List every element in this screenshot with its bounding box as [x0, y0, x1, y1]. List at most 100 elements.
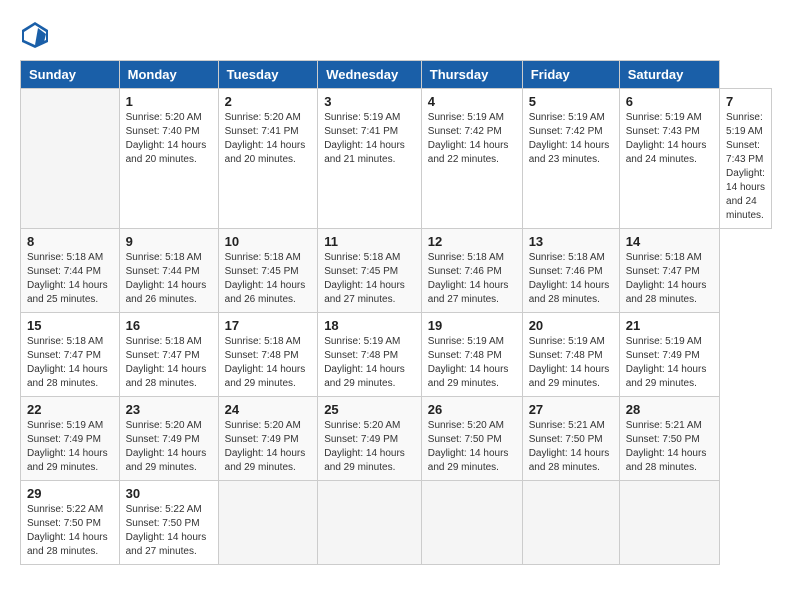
day-number: 17 — [225, 318, 312, 333]
day-number: 10 — [225, 234, 312, 249]
day-number: 29 — [27, 486, 113, 501]
day-detail: Sunrise: 5:20 AM Sunset: 7:40 PM Dayligh… — [126, 111, 212, 167]
day-number: 1 — [126, 94, 212, 109]
calendar-cell: 9 Sunrise: 5:18 AM Sunset: 7:44 PM Daylig… — [119, 229, 218, 313]
day-number: 13 — [529, 234, 613, 249]
calendar-cell — [619, 481, 719, 565]
day-detail: Sunrise: 5:22 AM Sunset: 7:50 PM Dayligh… — [126, 503, 212, 559]
calendar-week-row: 15 Sunrise: 5:18 AM Sunset: 7:47 PM Dayli… — [21, 313, 772, 397]
calendar-cell: 16 Sunrise: 5:18 AM Sunset: 7:47 PM Dayli… — [119, 313, 218, 397]
calendar-cell: 17 Sunrise: 5:18 AM Sunset: 7:48 PM Dayli… — [218, 313, 318, 397]
calendar-header-monday: Monday — [119, 61, 218, 89]
calendar-cell: 23 Sunrise: 5:20 AM Sunset: 7:49 PM Dayli… — [119, 397, 218, 481]
calendar-header-saturday: Saturday — [619, 61, 719, 89]
calendar-cell: 15 Sunrise: 5:18 AM Sunset: 7:47 PM Dayli… — [21, 313, 120, 397]
calendar-cell — [421, 481, 522, 565]
day-detail: Sunrise: 5:19 AM Sunset: 7:48 PM Dayligh… — [428, 335, 516, 391]
calendar-cell: 30 Sunrise: 5:22 AM Sunset: 7:50 PM Dayli… — [119, 481, 218, 565]
calendar-header-thursday: Thursday — [421, 61, 522, 89]
day-detail: Sunrise: 5:18 AM Sunset: 7:46 PM Dayligh… — [529, 251, 613, 307]
day-detail: Sunrise: 5:20 AM Sunset: 7:49 PM Dayligh… — [225, 419, 312, 475]
calendar-cell: 22 Sunrise: 5:19 AM Sunset: 7:49 PM Dayli… — [21, 397, 120, 481]
calendar-cell: 18 Sunrise: 5:19 AM Sunset: 7:48 PM Dayli… — [318, 313, 422, 397]
day-detail: Sunrise: 5:18 AM Sunset: 7:47 PM Dayligh… — [126, 335, 212, 391]
day-number: 12 — [428, 234, 516, 249]
day-detail: Sunrise: 5:21 AM Sunset: 7:50 PM Dayligh… — [626, 419, 713, 475]
day-number: 22 — [27, 402, 113, 417]
calendar-cell — [318, 481, 422, 565]
day-detail: Sunrise: 5:18 AM Sunset: 7:44 PM Dayligh… — [126, 251, 212, 307]
day-detail: Sunrise: 5:18 AM Sunset: 7:45 PM Dayligh… — [225, 251, 312, 307]
day-number: 14 — [626, 234, 713, 249]
day-detail: Sunrise: 5:19 AM Sunset: 7:49 PM Dayligh… — [27, 419, 113, 475]
day-detail: Sunrise: 5:18 AM Sunset: 7:46 PM Dayligh… — [428, 251, 516, 307]
day-detail: Sunrise: 5:20 AM Sunset: 7:41 PM Dayligh… — [225, 111, 312, 167]
calendar-cell: 2Sunrise: 5:20 AM Sunset: 7:41 PM Daylig… — [218, 89, 318, 229]
day-number: 11 — [324, 234, 415, 249]
calendar-cell: 11 Sunrise: 5:18 AM Sunset: 7:45 PM Dayli… — [318, 229, 422, 313]
calendar-cell: 4Sunrise: 5:19 AM Sunset: 7:42 PM Daylig… — [421, 89, 522, 229]
day-number: 25 — [324, 402, 415, 417]
calendar-cell: 26Sunrise: 5:20 AM Sunset: 7:50 PM Dayli… — [421, 397, 522, 481]
calendar-cell: 28 Sunrise: 5:21 AM Sunset: 7:50 PM Dayli… — [619, 397, 719, 481]
calendar-cell: 27Sunrise: 5:21 AM Sunset: 7:50 PM Dayli… — [522, 397, 619, 481]
calendar-cell: 14 Sunrise: 5:18 AM Sunset: 7:47 PM Dayli… — [619, 229, 719, 313]
calendar-header-row: SundayMondayTuesdayWednesdayThursdayFrid… — [21, 61, 772, 89]
day-detail: Sunrise: 5:18 AM Sunset: 7:47 PM Dayligh… — [626, 251, 713, 307]
day-detail: Sunrise: 5:20 AM Sunset: 7:50 PM Dayligh… — [428, 419, 516, 475]
calendar-header-sunday: Sunday — [21, 61, 120, 89]
day-number: 3 — [324, 94, 415, 109]
day-number: 23 — [126, 402, 212, 417]
calendar-week-row: 1 Sunrise: 5:20 AM Sunset: 7:40 PM Daylig… — [21, 89, 772, 229]
day-number: 19 — [428, 318, 516, 333]
day-number: 24 — [225, 402, 312, 417]
page-header — [20, 20, 772, 50]
calendar-week-row: 29 Sunrise: 5:22 AM Sunset: 7:50 PM Dayli… — [21, 481, 772, 565]
day-number: 4 — [428, 94, 516, 109]
calendar-cell: 19 Sunrise: 5:19 AM Sunset: 7:48 PM Dayli… — [421, 313, 522, 397]
calendar-header-wednesday: Wednesday — [318, 61, 422, 89]
day-detail: Sunrise: 5:19 AM Sunset: 7:41 PM Dayligh… — [324, 111, 415, 167]
day-detail: Sunrise: 5:20 AM Sunset: 7:49 PM Dayligh… — [126, 419, 212, 475]
calendar-cell: 3 Sunrise: 5:19 AM Sunset: 7:41 PM Daylig… — [318, 89, 422, 229]
calendar-cell: 1 Sunrise: 5:20 AM Sunset: 7:40 PM Daylig… — [119, 89, 218, 229]
day-detail: Sunrise: 5:19 AM Sunset: 7:49 PM Dayligh… — [626, 335, 713, 391]
day-detail: Sunrise: 5:18 AM Sunset: 7:48 PM Dayligh… — [225, 335, 312, 391]
calendar-cell-empty — [21, 89, 120, 229]
day-detail: Sunrise: 5:19 AM Sunset: 7:42 PM Dayligh… — [529, 111, 613, 167]
logo — [20, 20, 54, 50]
calendar-cell — [522, 481, 619, 565]
day-detail: Sunrise: 5:19 AM Sunset: 7:48 PM Dayligh… — [324, 335, 415, 391]
day-detail: Sunrise: 5:18 AM Sunset: 7:44 PM Dayligh… — [27, 251, 113, 307]
calendar-cell: 10 Sunrise: 5:18 AM Sunset: 7:45 PM Dayli… — [218, 229, 318, 313]
day-number: 9 — [126, 234, 212, 249]
calendar-cell: 20 Sunrise: 5:19 AM Sunset: 7:48 PM Dayli… — [522, 313, 619, 397]
day-number: 8 — [27, 234, 113, 249]
calendar-cell: 21 Sunrise: 5:19 AM Sunset: 7:49 PM Dayli… — [619, 313, 719, 397]
day-detail: Sunrise: 5:18 AM Sunset: 7:45 PM Dayligh… — [324, 251, 415, 307]
calendar-cell: 24 Sunrise: 5:20 AM Sunset: 7:49 PM Dayli… — [218, 397, 318, 481]
day-number: 5 — [529, 94, 613, 109]
day-detail: Sunrise: 5:19 AM Sunset: 7:48 PM Dayligh… — [529, 335, 613, 391]
calendar-cell: 29 Sunrise: 5:22 AM Sunset: 7:50 PM Dayli… — [21, 481, 120, 565]
day-detail: Sunrise: 5:20 AM Sunset: 7:49 PM Dayligh… — [324, 419, 415, 475]
day-detail: Sunrise: 5:19 AM Sunset: 7:43 PM Dayligh… — [726, 111, 765, 223]
calendar-cell: 5 Sunrise: 5:19 AM Sunset: 7:42 PM Daylig… — [522, 89, 619, 229]
calendar-cell: 6Sunrise: 5:19 AM Sunset: 7:43 PM Daylig… — [619, 89, 719, 229]
day-number: 20 — [529, 318, 613, 333]
day-number: 21 — [626, 318, 713, 333]
calendar-week-row: 8 Sunrise: 5:18 AM Sunset: 7:44 PM Daylig… — [21, 229, 772, 313]
day-number: 27 — [529, 402, 613, 417]
calendar-cell: 12 Sunrise: 5:18 AM Sunset: 7:46 PM Dayli… — [421, 229, 522, 313]
day-number: 16 — [126, 318, 212, 333]
calendar-cell: 7Sunrise: 5:19 AM Sunset: 7:43 PM Daylig… — [720, 89, 772, 229]
calendar-header-tuesday: Tuesday — [218, 61, 318, 89]
calendar-cell: 25 Sunrise: 5:20 AM Sunset: 7:49 PM Dayli… — [318, 397, 422, 481]
day-detail: Sunrise: 5:22 AM Sunset: 7:50 PM Dayligh… — [27, 503, 113, 559]
day-number: 30 — [126, 486, 212, 501]
calendar-cell: 8 Sunrise: 5:18 AM Sunset: 7:44 PM Daylig… — [21, 229, 120, 313]
day-number: 28 — [626, 402, 713, 417]
day-detail: Sunrise: 5:18 AM Sunset: 7:47 PM Dayligh… — [27, 335, 113, 391]
day-number: 18 — [324, 318, 415, 333]
day-number: 15 — [27, 318, 113, 333]
